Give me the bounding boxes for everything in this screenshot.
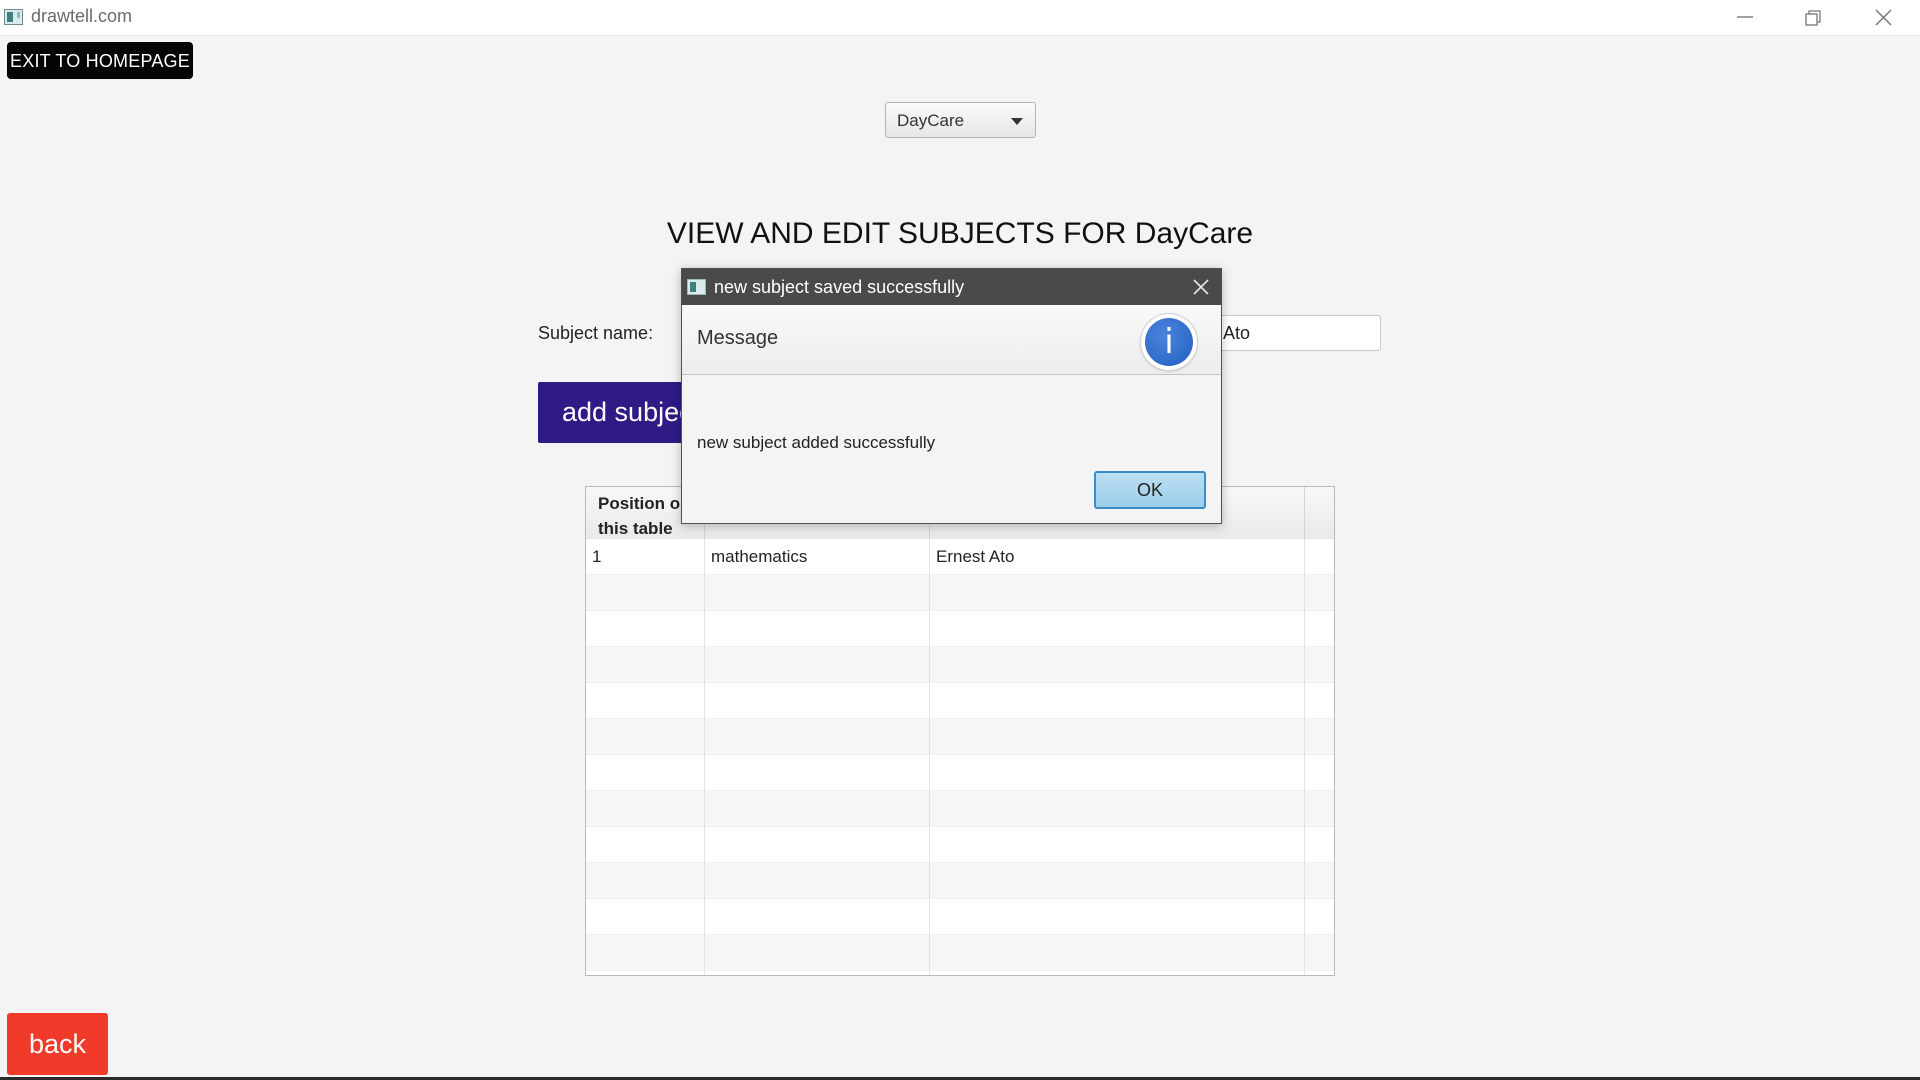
table-row[interactable] bbox=[586, 719, 1334, 755]
column-header-filler bbox=[1305, 487, 1334, 539]
table-row[interactable] bbox=[586, 827, 1334, 863]
window-titlebar: drawtell.com bbox=[0, 0, 1920, 36]
dialog-content: new subject added successfully bbox=[697, 433, 936, 452]
table-row[interactable] bbox=[586, 647, 1334, 683]
table-row[interactable] bbox=[586, 863, 1334, 899]
table-row[interactable] bbox=[586, 791, 1334, 827]
minimize-button[interactable] bbox=[1710, 0, 1780, 35]
subject-name-label: Subject name: bbox=[538, 323, 654, 343]
dialog-title: new subject saved successfully bbox=[714, 277, 965, 297]
app-icon bbox=[4, 9, 23, 25]
table-cell-subject: mathematics bbox=[711, 547, 808, 566]
column-header-line: this table bbox=[598, 519, 673, 538]
table-row[interactable]: 1 mathematics Ernest Ato bbox=[586, 539, 1334, 575]
table-row[interactable] bbox=[586, 755, 1334, 791]
dialog-header: Message i bbox=[682, 305, 1221, 375]
dialog-close-button[interactable] bbox=[1189, 275, 1213, 299]
dialog-header-text: Message bbox=[697, 327, 779, 349]
ok-button[interactable]: OK bbox=[1094, 471, 1206, 509]
table-row[interactable] bbox=[586, 575, 1334, 611]
page-title: VIEW AND EDIT SUBJECTS FOR DayCare bbox=[666, 217, 1254, 250]
minimize-icon bbox=[1737, 16, 1753, 18]
close-window-button[interactable] bbox=[1848, 0, 1918, 35]
restore-icon bbox=[1805, 10, 1821, 26]
teacher-name-input[interactable]: Ato bbox=[1212, 315, 1381, 351]
window-title: drawtell.com bbox=[31, 6, 133, 26]
info-icon-glyph: i bbox=[1145, 318, 1193, 366]
table-row[interactable] bbox=[586, 611, 1334, 647]
class-select-dropdown[interactable]: DayCare bbox=[885, 102, 1036, 138]
table-cell-teacher: Ernest Ato bbox=[936, 547, 1015, 566]
class-select-value: DayCare bbox=[897, 111, 965, 130]
subjects-table: Position o this table 1 mathematics Ernest… bbox=[585, 486, 1335, 976]
column-divider bbox=[929, 539, 930, 975]
close-icon bbox=[1875, 9, 1892, 26]
back-button[interactable]: back bbox=[7, 1013, 108, 1075]
column-divider bbox=[1304, 539, 1305, 975]
exit-to-homepage-button[interactable]: EXIT TO HOMEPAGE bbox=[7, 42, 193, 79]
table-row[interactable] bbox=[586, 899, 1334, 935]
dialog-titlebar: new subject saved successfully bbox=[682, 269, 1221, 305]
app-icon bbox=[687, 279, 706, 295]
success-dialog: new subject saved successfully Message i… bbox=[681, 268, 1222, 524]
restore-button[interactable] bbox=[1778, 0, 1848, 35]
table-row[interactable] bbox=[586, 935, 1334, 971]
close-icon bbox=[1193, 279, 1209, 295]
chevron-down-icon bbox=[1011, 118, 1023, 125]
info-icon: i bbox=[1141, 314, 1197, 370]
add-subject-button[interactable]: add subjec bbox=[538, 382, 688, 443]
column-divider bbox=[704, 539, 705, 975]
table-cell-position: 1 bbox=[592, 547, 602, 566]
column-header-line: Position o bbox=[598, 494, 681, 513]
table-row[interactable] bbox=[586, 683, 1334, 719]
